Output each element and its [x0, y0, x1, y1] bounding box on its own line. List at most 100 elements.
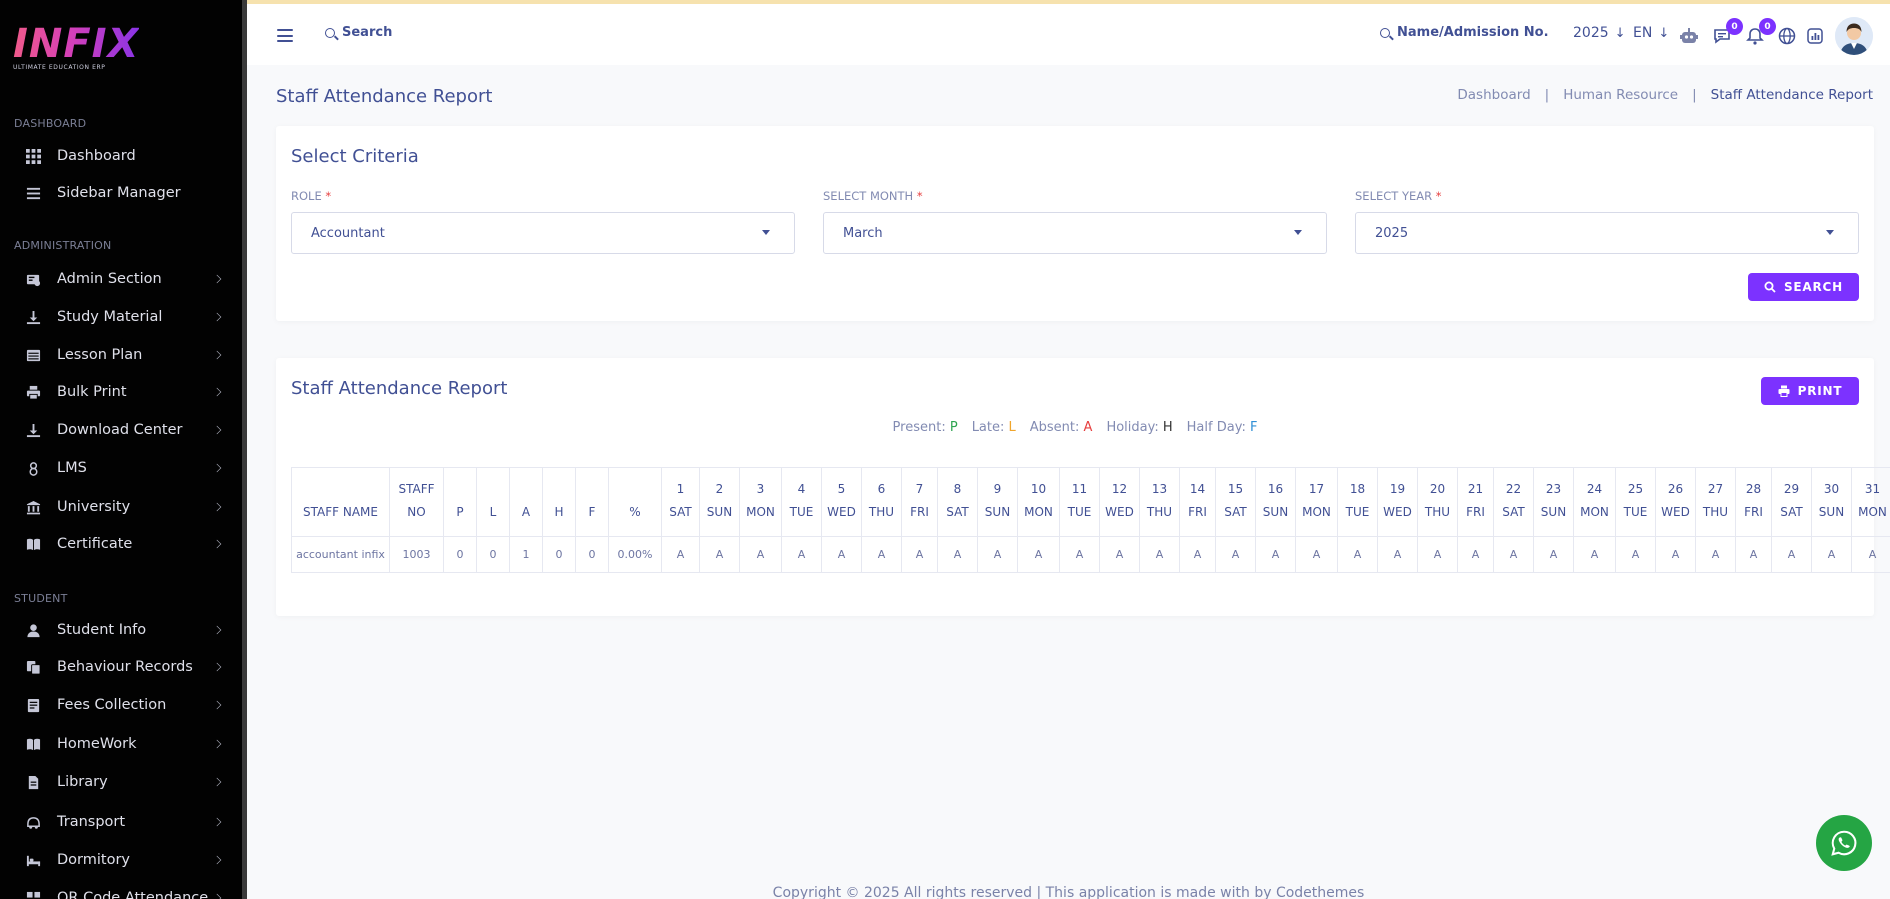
day-weekday: MON	[1858, 505, 1887, 519]
sidebar-item-university[interactable]: University	[0, 492, 242, 522]
whatsapp-button[interactable]	[1816, 815, 1872, 871]
user-avatar[interactable]	[1835, 17, 1873, 55]
sidebar-item-certificate[interactable]: Certificate	[0, 529, 242, 559]
sidebar-item-lesson-plan[interactable]: Lesson Plan	[0, 340, 242, 370]
role-select[interactable]: Accountant	[291, 212, 795, 254]
breadcrumb: Dashboard | Human Resource | Staff Atten…	[1457, 87, 1873, 103]
brand-logo[interactable]: INFIX ULTIMATE EDUCATION ERP	[13, 22, 139, 71]
day-number: 16	[1267, 482, 1284, 496]
legend-code: F	[1249, 420, 1258, 435]
chevron-right-icon	[212, 817, 222, 827]
sidebar-item-transport[interactable]: Transport	[0, 807, 242, 837]
day-weekday: WED	[1105, 505, 1134, 519]
globe-icon[interactable]	[1777, 26, 1797, 46]
footer-copyright: Copyright © 2025 All rights reserved | T…	[772, 885, 1365, 899]
day-number: 18	[1349, 482, 1366, 496]
cell-attendance-mark: A	[1059, 536, 1100, 573]
sidebar-item-behaviour-records[interactable]: Behaviour Records	[0, 652, 242, 682]
chevron-right-icon	[212, 312, 222, 322]
sidebar-item-sidebar-manager[interactable]: Sidebar Manager	[0, 178, 242, 208]
column-header-day: 2 SUN	[699, 467, 740, 537]
sidebar-item-lms[interactable]: LMS	[0, 453, 242, 483]
day-weekday: WED	[827, 505, 856, 519]
table-icon	[24, 346, 42, 364]
menu-toggle-icon[interactable]	[277, 29, 293, 42]
cell-total: 0	[476, 536, 510, 573]
sidebar-item-library[interactable]: Library	[0, 767, 242, 797]
day-weekday: WED	[1661, 505, 1690, 519]
day-number: 26	[1667, 482, 1684, 496]
breadcrumb-dashboard[interactable]: Dashboard	[1457, 87, 1530, 103]
col-label: A	[521, 505, 531, 519]
day-weekday: SUN	[1262, 505, 1289, 519]
sidebar-item-homework[interactable]: HomeWork	[0, 729, 242, 759]
cell-attendance-mark: A	[977, 536, 1018, 573]
sidebar-item-bulk-print[interactable]: Bulk Print	[0, 377, 242, 407]
year-selector-value: 2025	[1573, 25, 1609, 41]
column-header-day: 18 TUE	[1337, 467, 1378, 537]
day-weekday: THU	[1702, 505, 1729, 519]
day-number: 12	[1111, 482, 1128, 496]
col-label: NO	[407, 505, 426, 519]
attendance-table-wrap: STAFF NAME STAFF NO P L A H F% 1 SAT 2 SUN 3 MON 4 TUE 5…	[291, 467, 1890, 573]
column-header-total: F	[575, 467, 609, 537]
sidebar-item-student-info[interactable]: Student Info	[0, 615, 242, 645]
sidebar-item-label: Student Info	[57, 622, 147, 638]
legend-code: P	[949, 420, 958, 435]
sidebar-item-dashboard[interactable]: Dashboard	[0, 141, 242, 171]
sidebar-item-label: HomeWork	[57, 736, 137, 752]
search-button[interactable]: SEARCH	[1748, 273, 1859, 301]
chevron-right-icon	[212, 700, 222, 710]
sidebar-item-fees-collection[interactable]: Fees Collection	[0, 690, 242, 720]
col-label: STAFF NAME	[303, 505, 378, 519]
sidebar-item-label: Download Center	[57, 422, 183, 438]
column-header-total: A	[509, 467, 543, 537]
bell-icon[interactable]: 0	[1745, 18, 1776, 46]
sidebar-item-study-material[interactable]: Study Material	[0, 302, 242, 332]
col-label: STAFF	[398, 482, 435, 496]
column-header-day: 27 THU	[1695, 467, 1736, 537]
day-number: 7	[915, 482, 924, 496]
language-selector[interactable]: EN ↓	[1633, 25, 1669, 41]
column-header-day: 13 THU	[1139, 467, 1180, 537]
month-select[interactable]: March	[823, 212, 1327, 254]
day-weekday: TUE	[1067, 505, 1092, 519]
day-weekday: TUE	[1345, 505, 1370, 519]
sidebar: INFIX ULTIMATE EDUCATION ERP DASHBOARD D…	[0, 0, 247, 899]
day-weekday: TUE	[1623, 505, 1648, 519]
message-icon[interactable]: 0	[1712, 18, 1743, 46]
col-label: P	[456, 505, 464, 519]
day-weekday: TUE	[789, 505, 814, 519]
sidebar-item-qr-code-attendance[interactable]: QR Code Attendance	[0, 883, 242, 899]
menu-search[interactable]: Search	[325, 25, 392, 40]
sidebar-item-dormitory[interactable]: Dormitory	[0, 845, 242, 875]
cell-attendance-mark: A	[1179, 536, 1216, 573]
breadcrumb-human-resource[interactable]: Human Resource	[1563, 87, 1678, 103]
sidebar-item-download-center[interactable]: Download Center	[0, 415, 242, 445]
cell-attendance-mark: A	[1533, 536, 1574, 573]
sidebar-item-admin-section[interactable]: Admin Section	[0, 264, 242, 294]
day-number: 30	[1823, 482, 1840, 496]
year-selector[interactable]: 2025 ↓	[1573, 25, 1626, 41]
sidebar-scrollbar[interactable]	[242, 0, 247, 899]
sidebar-item-label: Library	[57, 774, 108, 790]
year-label: SELECT YEAR *	[1355, 189, 1442, 203]
select-criteria-card: Select Criteria ROLE * Accountant SELECT…	[276, 126, 1874, 321]
day-weekday: SUN	[706, 505, 733, 519]
sidebar-item-label: Lesson Plan	[57, 347, 143, 363]
day-number: 31	[1864, 482, 1881, 496]
chevron-right-icon	[212, 463, 222, 473]
print-button[interactable]: PRINT	[1761, 377, 1859, 405]
column-header-total: L	[476, 467, 510, 537]
year-select[interactable]: 2025	[1355, 212, 1859, 254]
caret-down-icon	[1826, 230, 1834, 235]
brand-name: INFIX	[13, 21, 140, 67]
day-weekday: SAT	[1224, 505, 1247, 519]
chart-icon[interactable]	[1805, 26, 1825, 46]
robot-icon[interactable]	[1679, 26, 1699, 46]
cell-attendance-mark: A	[739, 536, 782, 573]
cell-total: 0	[575, 536, 609, 573]
column-header-day: 4 TUE	[781, 467, 822, 537]
cell-attendance-mark: A	[1417, 536, 1458, 573]
student-search[interactable]: Name/Admission No.	[1380, 25, 1549, 40]
